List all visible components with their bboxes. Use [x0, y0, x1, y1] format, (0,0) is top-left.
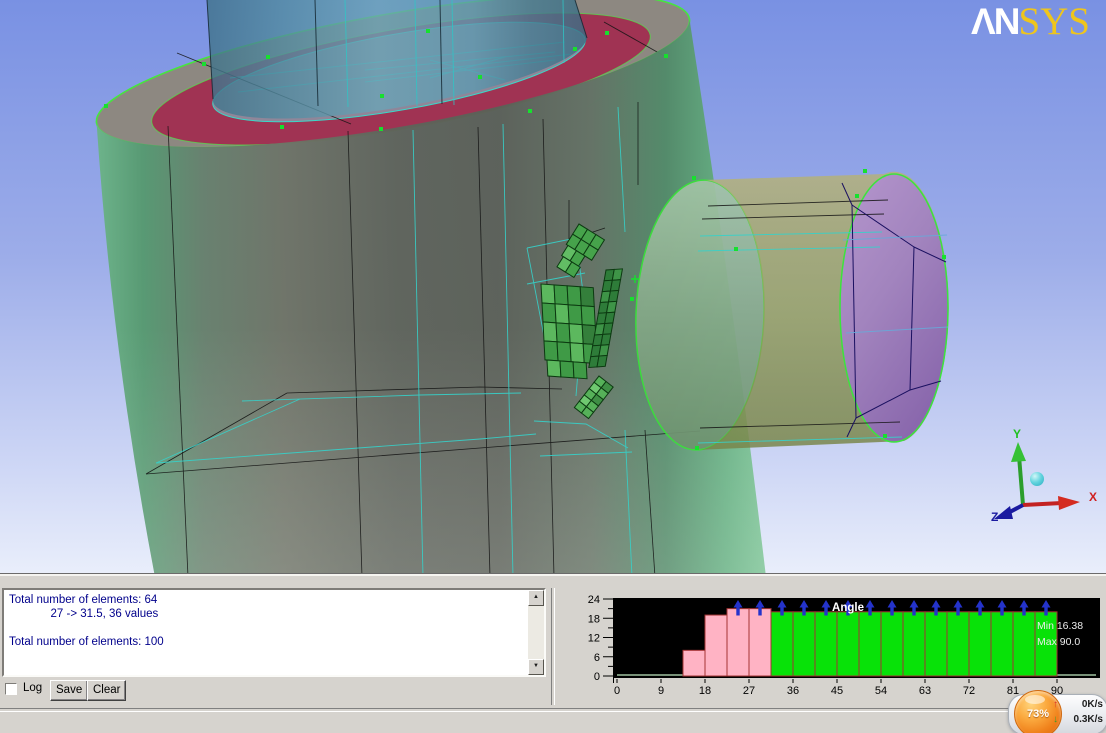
selection-arrow-stem	[780, 607, 783, 616]
y-tick-label: 6	[594, 652, 600, 664]
histogram-bar	[903, 612, 925, 676]
histogram-bar	[705, 615, 727, 676]
selection-arrow-stem	[736, 607, 739, 616]
selection-arrow-stem	[912, 607, 915, 616]
y-tick-label: 0	[594, 671, 600, 683]
histogram-bar	[859, 612, 881, 676]
histogram-bar	[969, 612, 991, 676]
x-tick-label: 9	[658, 685, 664, 697]
x-tick-label: 63	[919, 685, 931, 697]
x-tick-label: 27	[743, 685, 755, 697]
y-tick-label: 24	[588, 594, 600, 606]
histogram-bar	[837, 612, 859, 676]
scroll-up-arrow-icon[interactable]: ▲	[528, 590, 544, 606]
clear-button[interactable]: Clear	[87, 680, 126, 701]
x-tick-label: 18	[699, 685, 711, 697]
battery-percent-icon[interactable]: 73%	[1014, 690, 1062, 733]
selection-arrow-stem	[934, 607, 937, 616]
log-lines: Total number of elements: 64 27 -> 31.5,…	[9, 593, 524, 673]
x-tick-label: 45	[831, 685, 843, 697]
ansys-logo-an: ΛN	[971, 1, 1018, 42]
log-checkbox-label: Log	[23, 682, 42, 694]
histogram-bar	[793, 612, 815, 676]
log-checkbox[interactable]	[5, 683, 17, 695]
x-tick-label: 0	[614, 685, 620, 697]
selection-arrow-stem	[956, 607, 959, 616]
scene-3d: Y X Z	[0, 0, 1106, 573]
histogram-bar	[815, 612, 837, 676]
selection-arrow-stem	[802, 607, 805, 616]
log-line: Total number of elements: 100	[9, 635, 524, 649]
application-window: Y X Z ΛNSYS Total number of elements: 64…	[0, 0, 1106, 733]
upload-value: 0K/s	[1082, 699, 1103, 710]
log-line	[9, 621, 524, 635]
selection-arrow-stem	[890, 607, 893, 616]
histogram-bar	[925, 612, 947, 676]
save-button[interactable]: Save	[50, 680, 88, 701]
selection-arrow-stem	[1044, 607, 1047, 616]
ansys-logo: ΛNSYS	[971, 2, 1090, 41]
badge-percent: 73%	[1015, 691, 1061, 733]
selection-arrow-stem	[758, 607, 761, 616]
selection-arrow-stem	[978, 607, 981, 616]
x-tick-label: 72	[963, 685, 975, 697]
histogram-bar	[947, 612, 969, 676]
triad-z-label: Z	[991, 510, 998, 524]
download-speed: ↓0.3K/s	[1065, 714, 1103, 725]
log-line: Total number of elements: 64	[9, 593, 524, 607]
y-tick-label: 12	[588, 633, 600, 645]
histogram-bar	[1013, 612, 1035, 676]
message-and-histogram-panel: Total number of elements: 64 27 -> 31.5,…	[0, 586, 1106, 733]
triad-y-label: Y	[1013, 427, 1021, 441]
x-tick-label: 36	[787, 685, 799, 697]
selection-arrow-stem	[868, 607, 871, 616]
download-value: 0.3K/s	[1074, 714, 1103, 725]
histogram-bar	[749, 609, 771, 676]
selection-arrow-stem	[824, 607, 827, 616]
viewport-bottom-divider	[0, 573, 1106, 587]
x-tick-label: 54	[875, 685, 887, 697]
log-scrollbar[interactable]: ▲ ▼	[528, 590, 544, 675]
ansys-logo-sys: SYS	[1018, 0, 1090, 43]
histogram-bar	[771, 612, 793, 676]
log-line: 27 -> 31.5, 36 values	[9, 607, 524, 621]
scroll-down-arrow-icon[interactable]: ▼	[528, 659, 544, 675]
triad-x-label: X	[1089, 490, 1097, 504]
log-controls: Log Save Clear	[0, 680, 546, 706]
y-tick-label: 18	[588, 613, 600, 625]
branch-cylinder	[631, 172, 948, 452]
model-viewport[interactable]: Y X Z ΛNSYS	[0, 0, 1106, 573]
chart-title: Angle	[832, 602, 864, 614]
max-value-label: Max 90.0	[1037, 636, 1080, 648]
download-arrow-icon: ↓	[1053, 714, 1058, 725]
panel-vertical-divider	[551, 588, 555, 705]
net-speed-widget[interactable]: 73% ↑0K/s ↓0.3K/s	[1008, 694, 1106, 733]
histogram-bar	[991, 612, 1013, 676]
message-log-output[interactable]: Total number of elements: 64 27 -> 31.5,…	[2, 588, 546, 677]
histogram-bar	[727, 609, 749, 676]
upload-speed: ↑0K/s	[1065, 699, 1103, 710]
min-value-label: Min 16.38	[1037, 620, 1083, 632]
histogram-bar	[881, 612, 903, 676]
selection-arrow-stem	[1022, 607, 1025, 616]
selection-arrow-stem	[1000, 607, 1003, 616]
histogram-bar	[683, 650, 705, 676]
upload-arrow-icon: ↑	[1053, 699, 1058, 710]
